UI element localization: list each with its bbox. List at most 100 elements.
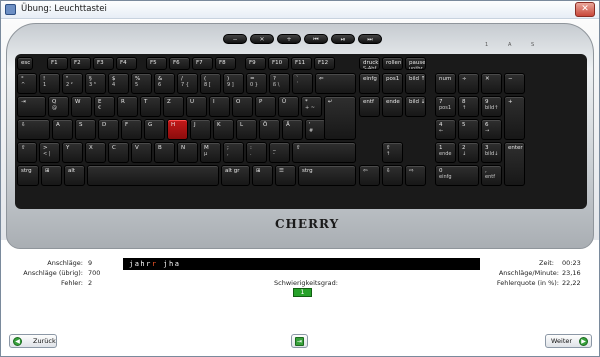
key-1-3[interactable]: § 3 ³ bbox=[85, 73, 106, 94]
key-2-12[interactable]: * + ~ bbox=[301, 96, 322, 117]
key-2-18[interactable]: 9 bild↑ bbox=[481, 96, 502, 117]
key-3-1[interactable]: A bbox=[52, 119, 73, 140]
key-1-20[interactable]: − bbox=[504, 73, 525, 94]
key-0-5[interactable]: F5 bbox=[146, 57, 167, 70]
key-5-5[interactable]: ⊞ bbox=[252, 165, 273, 186]
key-1-9[interactable]: ) 9 ] bbox=[223, 73, 244, 94]
key-5-10[interactable]: ⇨ bbox=[405, 165, 426, 186]
key-3-10[interactable]: Ö bbox=[259, 119, 280, 140]
key-3-3[interactable]: D bbox=[98, 119, 119, 140]
key-4-6[interactable]: B bbox=[154, 142, 175, 163]
key-1-6[interactable]: & 6 bbox=[154, 73, 175, 94]
key-1-14[interactable]: einfg bbox=[359, 73, 380, 94]
volume-down-icon[interactable]: − bbox=[223, 34, 247, 44]
next-track-icon[interactable]: ⏭ bbox=[358, 34, 382, 44]
key-0-7[interactable]: F7 bbox=[192, 57, 213, 70]
key-1-17[interactable]: num bbox=[435, 73, 456, 94]
key-1-13[interactable]: ⇐ bbox=[315, 73, 356, 94]
key-2-5[interactable]: T bbox=[140, 96, 161, 117]
key-4-10[interactable]: :. bbox=[246, 142, 267, 163]
key-4-3[interactable]: X bbox=[85, 142, 106, 163]
key-1-15[interactable]: pos1 bbox=[382, 73, 403, 94]
key-4-16[interactable]: 3 bild↓ bbox=[481, 142, 502, 163]
key-2-10[interactable]: P bbox=[255, 96, 276, 117]
key-1-12[interactable]: ` ´ bbox=[292, 73, 313, 94]
key-4-9[interactable]: ;, bbox=[223, 142, 244, 163]
volume-up-icon[interactable]: + bbox=[277, 34, 301, 44]
previous-track-icon[interactable]: ⏮ bbox=[304, 34, 328, 44]
key-2-2[interactable]: W bbox=[71, 96, 92, 117]
key-0-4[interactable]: F4 bbox=[116, 57, 137, 70]
key-0-6[interactable]: F6 bbox=[169, 57, 190, 70]
next-button[interactable]: Weiter ▶ bbox=[545, 334, 592, 348]
key-3-15[interactable]: 5 bbox=[458, 119, 479, 140]
key-1-10[interactable]: = 0 } bbox=[246, 73, 267, 94]
key-3-6[interactable]: H bbox=[167, 119, 188, 140]
key-0-3[interactable]: F3 bbox=[93, 57, 114, 70]
key-4-15[interactable]: 2 ↓ bbox=[458, 142, 479, 163]
key-1-1[interactable]: ! 1 bbox=[39, 73, 60, 94]
key-2-6[interactable]: Z bbox=[163, 96, 184, 117]
key-3-13[interactable]: ↵ bbox=[324, 96, 356, 140]
key-2-16[interactable]: 7 pos1 bbox=[435, 96, 456, 117]
key-3-0[interactable]: ⇩ bbox=[17, 119, 50, 140]
key-3-12[interactable]: ' # bbox=[305, 119, 326, 140]
key-2-14[interactable]: ende bbox=[382, 96, 403, 117]
key-2-0[interactable]: ⇥ bbox=[17, 96, 46, 117]
key-5-2[interactable]: alt bbox=[64, 165, 85, 186]
key-2-17[interactable]: 8 ↑ bbox=[458, 96, 479, 117]
key-0-15[interactable]: pause untbr bbox=[405, 57, 426, 70]
key-0-11[interactable]: F11 bbox=[291, 57, 312, 70]
key-0-10[interactable]: F10 bbox=[268, 57, 289, 70]
key-1-19[interactable]: ✕ bbox=[481, 73, 502, 94]
key-4-8[interactable]: Mµ bbox=[200, 142, 221, 163]
key-3-7[interactable]: J bbox=[190, 119, 211, 140]
key-5-8[interactable]: ⇦ bbox=[359, 165, 380, 186]
key-2-19[interactable]: + bbox=[504, 96, 525, 140]
key-4-1[interactable]: > < | bbox=[39, 142, 60, 163]
key-1-2[interactable]: " 2 ² bbox=[62, 73, 83, 94]
key-1-4[interactable]: $4 bbox=[108, 73, 129, 94]
key-0-13[interactable]: druck S-Abf bbox=[359, 57, 380, 70]
key-4-7[interactable]: N bbox=[177, 142, 198, 163]
key-4-5[interactable]: V bbox=[131, 142, 152, 163]
key-3-9[interactable]: L bbox=[236, 119, 257, 140]
key-2-1[interactable]: Q @ bbox=[48, 96, 69, 117]
key-1-16[interactable]: bild ↑ bbox=[405, 73, 426, 94]
key-3-4[interactable]: F bbox=[121, 119, 142, 140]
key-2-3[interactable]: E € bbox=[94, 96, 115, 117]
key-5-7[interactable]: strg bbox=[298, 165, 356, 186]
key-4-17[interactable]: enter bbox=[504, 142, 525, 186]
key-2-7[interactable]: U bbox=[186, 96, 207, 117]
key-1-8[interactable]: (8 [ bbox=[200, 73, 221, 94]
key-1-7[interactable]: /7 { bbox=[177, 73, 198, 94]
back-button[interactable]: ◀ Zurück bbox=[9, 334, 57, 348]
key-0-8[interactable]: F8 bbox=[215, 57, 236, 70]
key-5-11[interactable]: 0 einfg bbox=[435, 165, 479, 186]
key-3-16[interactable]: 6 → bbox=[481, 119, 502, 140]
key-2-8[interactable]: I bbox=[209, 96, 230, 117]
key-2-9[interactable]: O bbox=[232, 96, 253, 117]
mute-icon[interactable]: ✕ bbox=[250, 34, 274, 44]
key-4-12[interactable]: ⇧ bbox=[292, 142, 356, 163]
key-2-15[interactable]: bild ↓ bbox=[405, 96, 426, 117]
key-3-11[interactable]: Ä bbox=[282, 119, 303, 140]
key-0-12[interactable]: F12 bbox=[314, 57, 335, 70]
key-4-4[interactable]: C bbox=[108, 142, 129, 163]
key-0-2[interactable]: F2 bbox=[70, 57, 91, 70]
key-3-5[interactable]: G bbox=[144, 119, 165, 140]
key-4-14[interactable]: 1 ende bbox=[435, 142, 456, 163]
key-1-18[interactable]: ÷ bbox=[458, 73, 479, 94]
key-5-6[interactable]: ☰ bbox=[275, 165, 296, 186]
key-3-8[interactable]: K bbox=[213, 119, 234, 140]
key-3-2[interactable]: S bbox=[75, 119, 96, 140]
key-0-9[interactable]: F9 bbox=[245, 57, 266, 70]
key-0-0[interactable]: esc bbox=[17, 57, 33, 70]
key-3-14[interactable]: 4 ← bbox=[435, 119, 456, 140]
key-0-14[interactable]: rollen bbox=[382, 57, 403, 70]
key-4-2[interactable]: Y bbox=[62, 142, 83, 163]
key-1-0[interactable]: ° ^ bbox=[17, 73, 37, 94]
key-5-3[interactable] bbox=[87, 165, 219, 186]
key-2-11[interactable]: Ü bbox=[278, 96, 299, 117]
key-4-13[interactable]: ⇧ ↑ bbox=[382, 142, 403, 163]
